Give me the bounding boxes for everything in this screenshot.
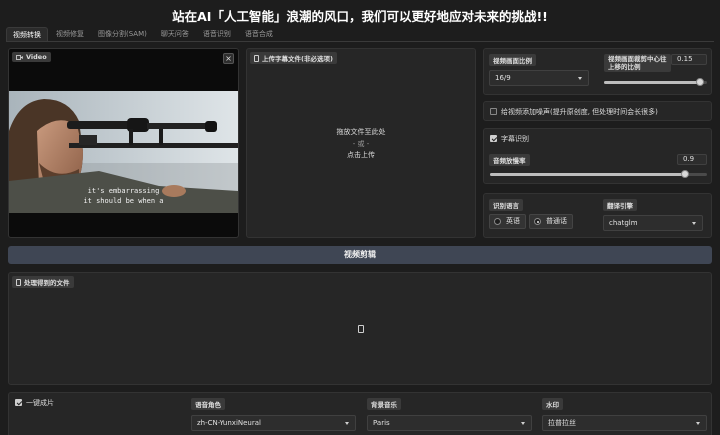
recog-lang-label: 识别语言 bbox=[489, 199, 523, 211]
watermark-value: 拉普拉丝 bbox=[548, 419, 576, 427]
video-panel: Video × it's embarrassing it should be w… bbox=[8, 48, 239, 238]
upload-label-badge: 上传字幕文件(非必选项) bbox=[250, 52, 337, 64]
upload-drop-text: 拖放文件至此处 bbox=[336, 128, 386, 136]
tab-video-repair[interactable]: 视频修复 bbox=[50, 27, 90, 41]
aspect-select[interactable]: 16/9 bbox=[489, 70, 589, 86]
watermark-label: 水印 bbox=[542, 398, 563, 410]
watermark-select[interactable]: 拉普拉丝 bbox=[542, 415, 707, 431]
crop-center-slider-thumb[interactable] bbox=[695, 78, 704, 86]
crop-center-label-line1: 视频画面裁剪中心往 bbox=[608, 55, 667, 63]
file-icon bbox=[254, 54, 259, 62]
radio-mandarin-dot bbox=[534, 218, 541, 225]
volume-slider-fill bbox=[490, 173, 686, 176]
crop-center-slider-fill bbox=[604, 81, 700, 84]
voice-select[interactable]: zh-CN-YunxiNeural bbox=[191, 415, 356, 431]
video-label: Video bbox=[26, 53, 47, 61]
upload-or-text: - 或 - bbox=[352, 140, 370, 148]
radio-mandarin-label: 普通话 bbox=[546, 217, 567, 225]
video-clip-button[interactable]: 视频剪辑 bbox=[8, 246, 712, 264]
output-file-panel[interactable]: 处理得到的文件 bbox=[8, 272, 712, 385]
bgm-select[interactable]: Paris bbox=[367, 415, 532, 431]
radio-mandarin[interactable]: 普通话 bbox=[529, 214, 573, 229]
volume-label: 音频放慢率 bbox=[489, 154, 530, 166]
bgm-value: Paris bbox=[373, 419, 390, 427]
upload-label: 上传字幕文件(非必选项) bbox=[262, 55, 333, 63]
subtitle-upload-dropzone[interactable]: 上传字幕文件(非必选项) 拖放文件至此处 - 或 - 点击上传 bbox=[246, 48, 476, 238]
crop-center-label: 视频画面裁剪中心往 上移的比例 bbox=[604, 54, 671, 72]
chevron-down-icon bbox=[696, 422, 700, 425]
subtitle-recognition-label: 字幕识别 bbox=[501, 135, 529, 143]
tab-bar: 视频转换 视频修复 图像分割(SAM) 聊天问答 语音识别 语音合成 bbox=[6, 27, 281, 41]
translator-label: 翻译引擎 bbox=[603, 199, 637, 211]
video-icon bbox=[16, 54, 23, 60]
tab-speech-recognition[interactable]: 语音识别 bbox=[197, 27, 237, 41]
translator-select[interactable]: chatglm bbox=[603, 215, 703, 231]
aspect-value: 16/9 bbox=[495, 74, 511, 82]
voice-value: zh-CN-YunxiNeural bbox=[197, 419, 261, 427]
subtitle-recognition-checkbox[interactable] bbox=[490, 135, 497, 142]
volume-slider[interactable] bbox=[490, 170, 707, 178]
volume-number-input[interactable]: 0.9 bbox=[677, 154, 707, 165]
aspect-settings-panel: 视频画面比例 16/9 视频画面裁剪中心往 上移的比例 0.15 bbox=[483, 48, 712, 95]
output-label-badge: 处理得到的文件 bbox=[12, 276, 74, 288]
volume-slider-thumb[interactable] bbox=[681, 170, 690, 178]
aspect-label: 视频画面比例 bbox=[489, 54, 536, 66]
output-label: 处理得到的文件 bbox=[24, 279, 70, 287]
one-click-checkbox[interactable] bbox=[15, 399, 22, 406]
tab-video-convert[interactable]: 视频转换 bbox=[6, 27, 48, 41]
upload-click-text[interactable]: 点击上传 bbox=[247, 150, 475, 160]
voice-label: 语音角色 bbox=[191, 398, 225, 410]
chevron-down-icon bbox=[521, 422, 525, 425]
one-click-label: 一键成片 bbox=[26, 399, 54, 407]
bottom-settings-panel: 一键成片 语音角色 zh-CN-YunxiNeural 背景音乐 Paris 水… bbox=[8, 392, 712, 435]
video-subtitle-line1: it's embarrassing bbox=[87, 187, 160, 195]
subtitle-recognition-panel: 字幕识别 音频放慢率 0.9 bbox=[483, 128, 712, 184]
video-label-badge: Video bbox=[12, 52, 51, 62]
video-player[interactable]: it's embarrassing it should be when a bbox=[9, 91, 238, 213]
radio-english[interactable]: 英语 bbox=[489, 214, 526, 229]
tab-divider bbox=[6, 41, 714, 42]
close-icon[interactable]: × bbox=[223, 53, 234, 64]
chevron-down-icon bbox=[578, 77, 582, 80]
translator-value: chatglm bbox=[609, 219, 638, 227]
file-icon bbox=[358, 325, 364, 333]
noise-label: 给视频添加噪声(提升原创度, 但处理时间会长很多) bbox=[501, 108, 658, 116]
radio-english-label: 英语 bbox=[506, 217, 520, 225]
language-panel: 识别语言 英语 普通话 翻译引擎 chatglm bbox=[483, 193, 712, 238]
crop-center-number-input[interactable]: 0.15 bbox=[671, 54, 707, 65]
page-title: 站在AI「人工智能」浪潮的风口，我们可以更好地应对未来的挑战!! bbox=[172, 9, 548, 24]
noise-checkbox[interactable] bbox=[490, 108, 497, 115]
tab-speech-synthesis[interactable]: 语音合成 bbox=[239, 27, 279, 41]
crop-center-label-line2: 上移的比例 bbox=[608, 63, 641, 71]
tab-chat-qa[interactable]: 聊天问答 bbox=[155, 27, 195, 41]
radio-english-dot bbox=[494, 218, 501, 225]
chevron-down-icon bbox=[692, 222, 696, 225]
bgm-label: 背景音乐 bbox=[367, 398, 401, 410]
noise-option-panel: 给视频添加噪声(提升原创度, 但处理时间会长很多) bbox=[483, 101, 712, 121]
file-icon bbox=[16, 278, 21, 286]
tab-image-segmentation[interactable]: 图像分割(SAM) bbox=[92, 27, 153, 41]
chevron-down-icon bbox=[345, 422, 349, 425]
crop-center-slider[interactable] bbox=[604, 78, 707, 86]
video-subtitle-line2: it should be when a bbox=[83, 197, 164, 205]
